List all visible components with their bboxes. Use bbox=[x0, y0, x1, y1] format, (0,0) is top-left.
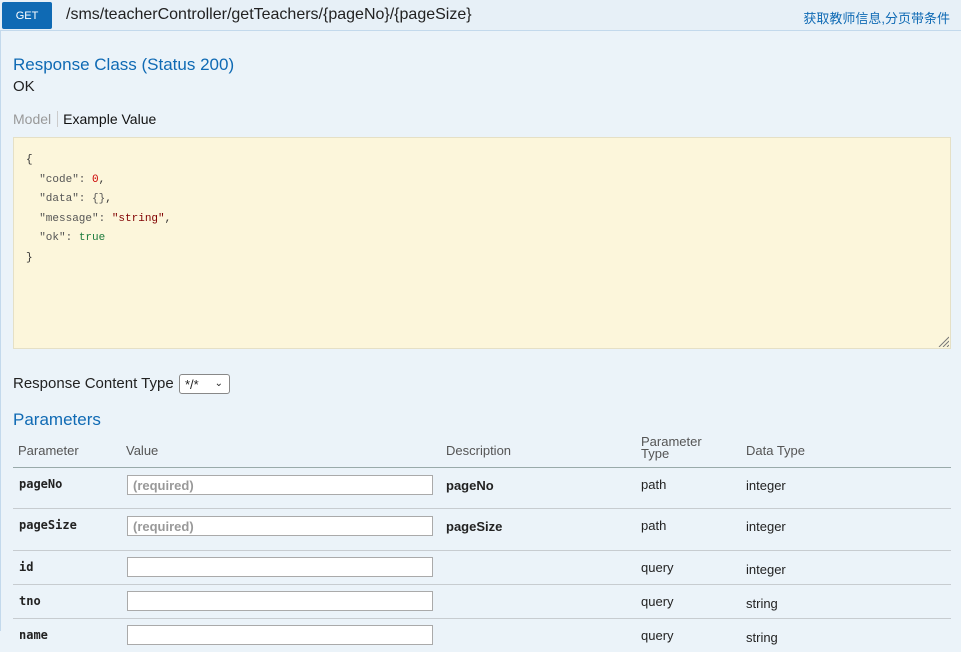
example-value-box[interactable]: { "code": 0, "data": {}, "message": "str… bbox=[13, 137, 951, 349]
parameter-input-tno[interactable] bbox=[127, 591, 433, 611]
json-close-brace: } bbox=[26, 251, 33, 264]
parameter-type: query bbox=[641, 594, 674, 609]
parameter-row-pageSize: pageSize (required) pageSize path intege… bbox=[13, 509, 951, 551]
response-content-type-select[interactable]: */* ⌄ bbox=[179, 374, 230, 394]
operation-content: Response Class (Status 200) OK Model Exam… bbox=[0, 31, 961, 645]
response-class-title: Response Class (Status 200) bbox=[13, 55, 235, 74]
parameter-name: id bbox=[19, 560, 34, 574]
json-open-brace: { bbox=[26, 154, 33, 166]
parameter-input-pageNo[interactable]: (required) bbox=[127, 475, 433, 495]
parameter-row-id: id query integer bbox=[13, 551, 951, 585]
json-value-code: 0 bbox=[92, 173, 99, 186]
model-tabs: Model Example Value bbox=[13, 111, 156, 127]
method-badge[interactable]: GET bbox=[2, 2, 52, 29]
header-parameter: Parameter bbox=[18, 443, 79, 458]
json-key-ok: "ok": bbox=[39, 232, 79, 245]
parameter-type: query bbox=[641, 628, 674, 643]
parameter-type: path bbox=[641, 518, 667, 533]
parameter-row-pageNo: pageNo (required) pageNo path integer bbox=[13, 468, 951, 509]
parameter-data-type: integer bbox=[746, 519, 786, 534]
parameter-input-name[interactable] bbox=[127, 625, 433, 645]
json-key-message: "message": bbox=[39, 212, 112, 225]
parameter-name: pageNo bbox=[19, 477, 63, 491]
tab-example-value[interactable]: Example Value bbox=[58, 111, 156, 127]
parameter-data-type: string bbox=[746, 630, 778, 645]
parameter-input-id[interactable] bbox=[127, 557, 433, 577]
response-status-text: OK bbox=[13, 78, 35, 95]
parameter-description: pageSize bbox=[446, 519, 503, 534]
parameter-type: path bbox=[641, 477, 667, 492]
parameters-title: Parameters bbox=[13, 410, 101, 429]
parameter-row-tno: tno query string bbox=[13, 585, 951, 619]
json-key-data: "data": bbox=[39, 193, 93, 206]
resize-grip-icon[interactable] bbox=[937, 335, 949, 347]
parameter-name: pageSize bbox=[19, 518, 77, 532]
parameter-data-type: string bbox=[746, 596, 778, 611]
parameter-data-type: integer bbox=[746, 478, 786, 493]
parameters-header-row: Parameter Value Description Parameter Typ… bbox=[13, 431, 951, 468]
chevron-down-icon: ⌄ bbox=[214, 378, 223, 389]
parameter-input-pageSize[interactable]: (required) bbox=[127, 516, 433, 536]
operation-path[interactable]: /sms/teacherController/getTeachers/{page… bbox=[66, 6, 472, 24]
operation-summary[interactable]: 获取教师信息,分页带条件 bbox=[803, 8, 950, 27]
response-content-type-value: */* bbox=[185, 376, 199, 392]
operation-header[interactable]: GET /sms/teacherController/getTeachers/{… bbox=[0, 0, 961, 31]
parameter-name: name bbox=[19, 628, 48, 642]
parameter-type: query bbox=[641, 560, 674, 575]
json-key-code: "code": bbox=[39, 173, 93, 186]
header-value: Value bbox=[126, 443, 159, 458]
header-parameter-type: Parameter Type bbox=[641, 434, 702, 461]
parameters-table: Parameter Value Description Parameter Typ… bbox=[13, 431, 951, 652]
parameter-data-type: integer bbox=[746, 562, 786, 577]
parameter-description: pageNo bbox=[446, 478, 494, 493]
header-data-type: Data Type bbox=[746, 443, 806, 458]
tab-model[interactable]: Model bbox=[13, 111, 59, 127]
response-content-type-label: Response Content Type bbox=[13, 375, 174, 392]
parameter-row-name: name query string bbox=[13, 619, 951, 652]
parameter-name: tno bbox=[19, 594, 41, 608]
json-value-data: {} bbox=[92, 193, 106, 206]
header-description: Description bbox=[446, 443, 512, 458]
json-value-ok: true bbox=[78, 232, 106, 245]
json-value-message: "string" bbox=[111, 212, 165, 225]
